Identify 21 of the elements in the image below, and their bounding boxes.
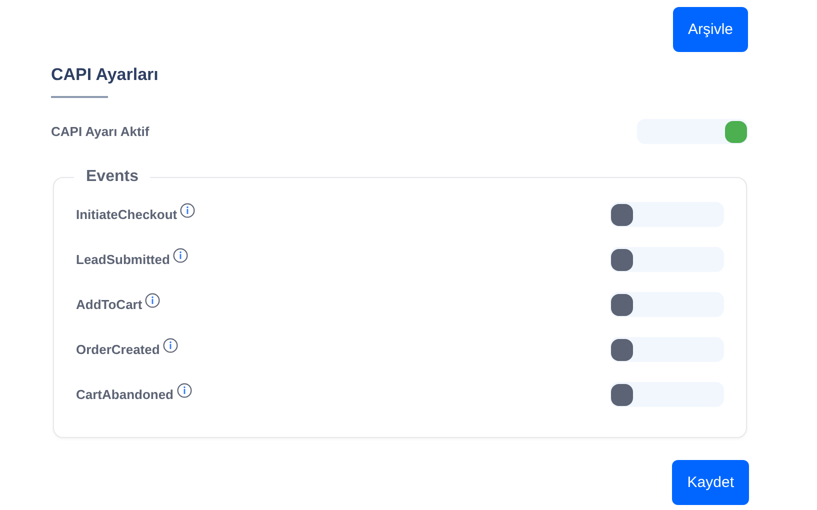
- info-icon[interactable]: [162, 338, 178, 353]
- event-label: CartAbandoned: [76, 387, 174, 402]
- section-title: CAPI Ayarları: [51, 64, 160, 86]
- toggle-switch[interactable]: [610, 202, 724, 227]
- archive-button[interactable]: Arşivle: [672, 7, 748, 52]
- toggle-switch[interactable]: [610, 337, 724, 362]
- toggle-switch[interactable]: [610, 292, 724, 317]
- event-label: OrderCreated: [76, 342, 160, 357]
- event-label: LeadSubmitted: [76, 252, 170, 267]
- toggle-switch[interactable]: [610, 247, 724, 272]
- info-icon[interactable]: [145, 293, 160, 308]
- event-label: AddToCart: [76, 297, 142, 312]
- info-icon[interactable]: [180, 203, 196, 218]
- info-icon[interactable]: [172, 248, 188, 263]
- toggle-switch[interactable]: [610, 382, 724, 407]
- setting-label: CAPI Ayarı Aktif: [51, 124, 150, 139]
- event-label: InitiateCheckout: [76, 207, 178, 222]
- save-button[interactable]: Kaydet: [672, 460, 749, 505]
- toggle-switch[interactable]: [637, 119, 748, 144]
- info-icon[interactable]: [176, 383, 192, 398]
- panel-legend: Events: [74, 168, 150, 186]
